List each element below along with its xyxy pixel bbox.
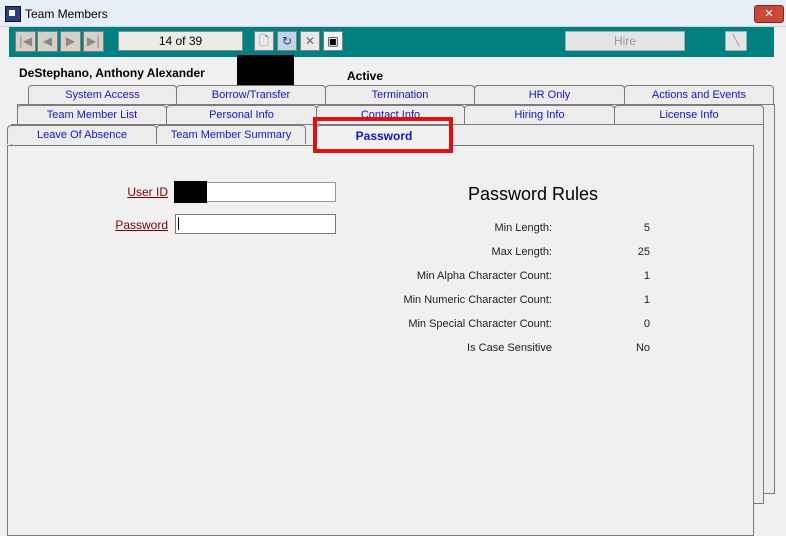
- member-status: Active: [347, 69, 384, 83]
- password-rules-title: Password Rules: [468, 184, 599, 204]
- password-panel: [7, 145, 754, 536]
- rule-value: 0: [643, 318, 650, 330]
- app-icon: [5, 6, 21, 22]
- tab-system-access[interactable]: System Access: [28, 85, 177, 104]
- rule-value: 5: [643, 222, 650, 234]
- tab-borrow-transfer[interactable]: Borrow/Transfer: [176, 85, 326, 104]
- record-counter: 14 of 39: [118, 31, 243, 51]
- password-label[interactable]: Password: [100, 218, 168, 232]
- tab-personal-info[interactable]: Personal Info: [166, 105, 317, 124]
- last-record-icon[interactable]: ▶|: [83, 31, 104, 52]
- tab-leave-of-absence[interactable]: Leave Of Absence: [7, 125, 157, 144]
- member-name: DeStephano, Anthony Alexander: [19, 66, 205, 80]
- highlight-annotation: [313, 117, 453, 153]
- save-icon[interactable]: ▣: [323, 31, 343, 51]
- rule-label: Max Length:: [491, 246, 552, 258]
- rule-value: No: [635, 342, 650, 354]
- hire-button[interactable]: Hire: [565, 31, 685, 51]
- rule-label: Min Numeric Character Count:: [403, 294, 552, 306]
- delete-icon[interactable]: ✕: [300, 31, 320, 51]
- rule-label: Min Length:: [494, 222, 552, 234]
- tab-termination[interactable]: Termination: [325, 85, 475, 104]
- title-bar: Team Members ✕: [0, 0, 786, 27]
- new-document-icon[interactable]: 🗋: [254, 31, 274, 51]
- close-button[interactable]: ✕: [754, 5, 784, 23]
- rule-label: Min Alpha Character Count:: [416, 270, 552, 282]
- tab-actions-and-events[interactable]: Actions and Events: [624, 85, 774, 104]
- tab-license-info[interactable]: License Info: [614, 105, 764, 124]
- previous-record-icon[interactable]: ◀: [37, 31, 58, 52]
- window-title: Team Members: [25, 7, 108, 21]
- refresh-icon[interactable]: ↻: [277, 31, 297, 51]
- tab-team-member-list[interactable]: Team Member List: [17, 105, 167, 124]
- rule-value: 1: [643, 270, 650, 282]
- tab-hiring-info[interactable]: Hiring Info: [464, 105, 615, 124]
- user-id-label[interactable]: User ID: [100, 185, 168, 199]
- rule-label: Is Case Sensitive: [467, 342, 552, 354]
- redacted-block: [237, 55, 294, 85]
- tab-team-member-summary[interactable]: Team Member Summary: [156, 125, 306, 144]
- next-record-icon[interactable]: ▶: [60, 31, 81, 52]
- rule-value: 1: [643, 294, 650, 306]
- rule-value: 25: [637, 246, 650, 258]
- text-cursor: [178, 217, 179, 230]
- redacted-block: [174, 181, 207, 203]
- rule-label: Min Special Character Count:: [408, 318, 552, 330]
- record-toolbar: |◀ ◀ ▶ ▶| 14 of 39 🗋 ↻ ✕ ▣ Hire ╲: [9, 27, 774, 57]
- edit-icon[interactable]: ╲: [725, 31, 747, 51]
- tab-hr-only[interactable]: HR Only: [474, 85, 625, 104]
- first-record-icon[interactable]: |◀: [15, 31, 36, 52]
